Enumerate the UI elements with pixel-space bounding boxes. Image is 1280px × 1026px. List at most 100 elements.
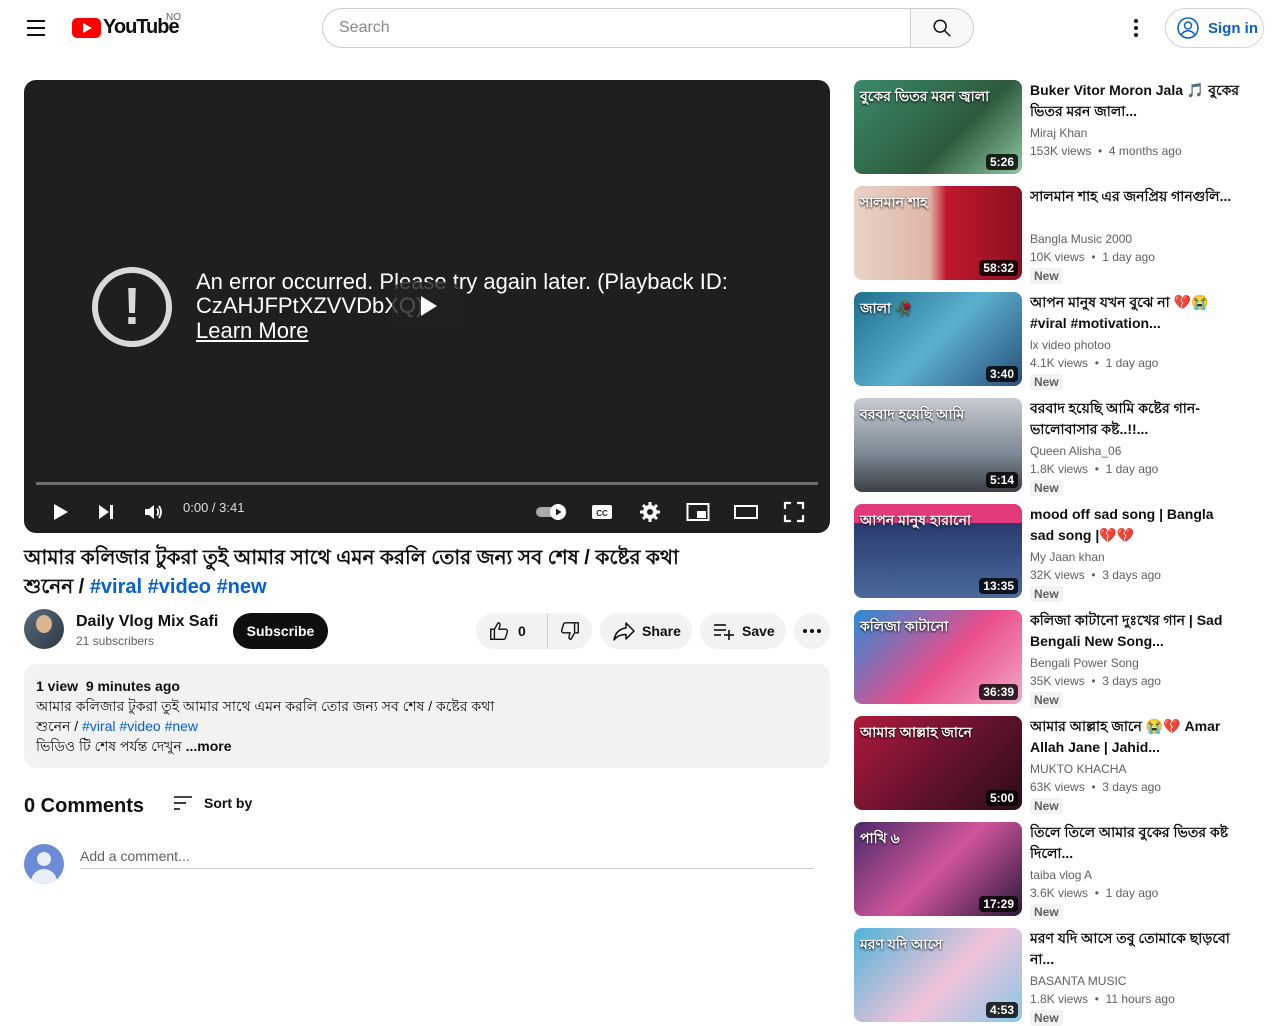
fullscreen-icon — [783, 501, 805, 523]
share-label: Share — [642, 623, 681, 639]
channel-avatar[interactable] — [24, 609, 64, 649]
hashtag-link[interactable]: #viral — [90, 576, 142, 598]
title-text: আমার কলিজার টুকরা তুই আমার সাথে এমন করলি… — [24, 547, 679, 569]
related-video-title[interactable]: Buker Vitor Moron Jala 🎵 বুকের ভিতর মরন … — [1030, 80, 1240, 122]
related-video-title[interactable]: সালমান শাহ এর জনপ্রিয় গানগুলি... — [1030, 186, 1240, 207]
related-video-stats: 1.8K views • 1 day ago — [1030, 462, 1159, 476]
next-button[interactable] — [88, 496, 124, 528]
related-video-channel[interactable]: BASANTA MUSIC — [1030, 974, 1126, 988]
large-play-button[interactable] — [392, 282, 461, 330]
view-meta: 1 view 9 minutes ago — [36, 676, 818, 696]
dislike-button[interactable] — [548, 613, 592, 649]
video-thumbnail[interactable]: বুকের ভিতর মরন জ্বালা 5:26 — [854, 80, 1022, 174]
related-video-channel[interactable]: Bengali Power Song — [1030, 656, 1139, 670]
related-video-channel[interactable]: lx video photoo — [1030, 338, 1111, 352]
related-video-title[interactable]: আপন মানুষ যখন বুঝে না 💔😭#viral #motivati… — [1030, 292, 1240, 334]
related-video-card[interactable]: বুকের ভিতর মরন জ্বালা 5:26 Buker Vitor M… — [854, 80, 1254, 174]
related-video-title[interactable]: কলিজা কাটানো দুঃখের গান | Sad Bengali Ne… — [1030, 610, 1240, 652]
channel-name[interactable]: Daily Vlog Mix Safi — [76, 613, 218, 631]
comment-input[interactable] — [80, 844, 814, 869]
save-button[interactable]: Save — [700, 613, 786, 649]
show-more-link[interactable]: ...more — [186, 738, 232, 754]
video-thumbnail[interactable]: কলিজা কাটানো 36:39 — [854, 610, 1022, 704]
related-video-stats: 4.1K views • 1 day ago — [1030, 356, 1159, 370]
hashtag-link[interactable]: #new — [165, 718, 198, 734]
play-button[interactable] — [42, 496, 78, 528]
video-thumbnail[interactable]: জালা 🥀 3:40 — [854, 292, 1022, 386]
progress-bar[interactable] — [36, 482, 818, 485]
video-thumbnail[interactable]: আপন মানুষ হারানো 13:35 — [854, 504, 1022, 598]
theater-mode-button[interactable] — [728, 496, 764, 528]
related-video-channel[interactable]: My Jaan khan — [1030, 550, 1105, 564]
sort-button[interactable]: Sort by — [172, 793, 252, 813]
related-video-card[interactable]: আপন মানুষ হারানো 13:35 mood off sad song… — [854, 504, 1254, 602]
hashtag-link[interactable]: #viral — [82, 718, 115, 734]
hashtag-link[interactable]: #new — [217, 576, 267, 598]
share-button[interactable]: Share — [600, 613, 692, 649]
description-box[interactable]: 1 view 9 minutes ago আমার কলিজার টুকরা ত… — [24, 664, 830, 768]
related-video-card[interactable]: কলিজা কাটানো 36:39 কলিজা কাটানো দুঃখের গ… — [854, 610, 1254, 708]
duration-badge: 5:00 — [985, 790, 1018, 806]
related-video-stats: 32K views • 3 days ago — [1030, 568, 1161, 582]
video-thumbnail[interactable]: মরণ যদি আসে 4:53 — [854, 928, 1022, 1022]
autoplay-toggle[interactable] — [532, 496, 572, 528]
related-video-channel[interactable]: MUKTO KHACHA — [1030, 762, 1126, 776]
related-video-channel[interactable]: Queen Alisha_06 — [1030, 444, 1121, 458]
video-player[interactable]: ! An error occurred. Please try again la… — [24, 80, 830, 533]
more-actions-button[interactable] — [794, 613, 830, 649]
gear-icon — [640, 502, 660, 522]
thumbnail-caption: পাখি ৬ — [860, 830, 900, 846]
sort-label: Sort by — [204, 795, 253, 811]
video-thumbnail[interactable]: পাখি ৬ 17:29 — [854, 822, 1022, 916]
views-label: 153K views — [1030, 144, 1092, 158]
related-video-card[interactable]: পাখি ৬ 17:29 তিলে তিলে আমার বুকের ভিতর ক… — [854, 822, 1254, 920]
search-input[interactable] — [322, 8, 910, 48]
video-thumbnail[interactable]: সালমান শাহ 58:32 — [854, 186, 1022, 280]
related-video-channel[interactable]: taiba vlog A — [1030, 868, 1092, 882]
hashtag-link[interactable]: #video — [119, 718, 160, 734]
youtube-logo[interactable]: YouTube — [72, 16, 180, 39]
channel-label: Queen Alisha_06 — [1030, 444, 1122, 458]
related-video-card[interactable]: মরণ যদি আসে 4:53 মরণ যদি আসে তবু তোমাকে … — [854, 928, 1254, 1026]
related-video-title[interactable]: আমার আল্লাহ জানে 😭💔 Amar Allah Jane | Ja… — [1030, 716, 1240, 758]
video-thumbnail[interactable]: বরবাদ হয়েছি আমি 5:14 — [854, 398, 1022, 492]
related-video-stats: 63K views • 3 days ago — [1030, 780, 1161, 794]
channel-label: MUKTO KHACHA — [1030, 762, 1127, 776]
related-video-title[interactable]: mood off sad song | Bangla sad song |💔💔 — [1030, 504, 1240, 546]
age-label: 1 day ago — [1102, 250, 1155, 264]
subtitles-button[interactable]: CC — [584, 496, 620, 528]
age-label: 3 days ago — [1102, 568, 1161, 582]
thumbnail-caption: আপন মানুষ হারানো — [860, 512, 972, 528]
settings-menu-icon[interactable] — [1122, 14, 1150, 42]
thumbnail-caption: কলিজা কাটানো — [860, 618, 949, 634]
video-thumbnail[interactable]: আমার আল্লাহ জানে 5:00 — [854, 716, 1022, 810]
mute-button[interactable] — [135, 496, 171, 528]
learn-more-link[interactable]: Learn More — [196, 318, 309, 344]
hashtag-link[interactable]: #video — [148, 576, 211, 598]
like-button[interactable]: 0 — [476, 613, 548, 649]
thumbs-up-icon — [490, 622, 509, 640]
related-video-title[interactable]: বরবাদ হয়েছি আমি কষ্টের গান-ভালোবাসার কষ… — [1030, 398, 1240, 440]
menu-icon[interactable] — [20, 12, 52, 44]
related-video-title[interactable]: মরণ যদি আসে তবু তোমাকে ছাড়বো না... — [1030, 928, 1240, 970]
related-video-stats: 3.6K views • 1 day ago — [1030, 886, 1159, 900]
related-video-card[interactable]: বরবাদ হয়েছি আমি 5:14 বরবাদ হয়েছি আমি ক… — [854, 398, 1254, 496]
search-button[interactable] — [910, 8, 974, 48]
related-video-title[interactable]: তিলে তিলে আমার বুকের ভিতর কষ্ট দিলো... — [1030, 822, 1240, 864]
related-video-channel[interactable]: Miraj Khan — [1030, 126, 1087, 140]
related-video-card[interactable]: জালা 🥀 3:40 আপন মানুষ যখন বুঝে না 💔😭#vir… — [854, 292, 1254, 390]
related-video-card[interactable]: সালমান শাহ 58:32 সালমান শাহ এর জনপ্রিয় … — [854, 186, 1254, 284]
miniplayer-button[interactable] — [680, 496, 716, 528]
sign-in-button[interactable]: Sign in — [1165, 8, 1264, 48]
sign-in-label: Sign in — [1208, 19, 1258, 37]
age-label: 3 days ago — [1102, 780, 1161, 794]
fullscreen-button[interactable] — [776, 496, 812, 528]
channel-label: My Jaan khan — [1030, 550, 1105, 564]
subscribe-button[interactable]: Subscribe — [233, 613, 328, 649]
new-badge: New — [1030, 904, 1063, 920]
thumbnail-caption: সালমান শাহ — [860, 194, 928, 210]
settings-button[interactable] — [632, 496, 668, 528]
related-video-card[interactable]: আমার আল্লাহ জানে 5:00 আমার আল্লাহ জানে 😭… — [854, 716, 1254, 814]
thumbnail-caption: বরবাদ হয়েছি আমি — [860, 406, 965, 422]
related-video-channel[interactable]: Bangla Music 2000 — [1030, 232, 1132, 246]
